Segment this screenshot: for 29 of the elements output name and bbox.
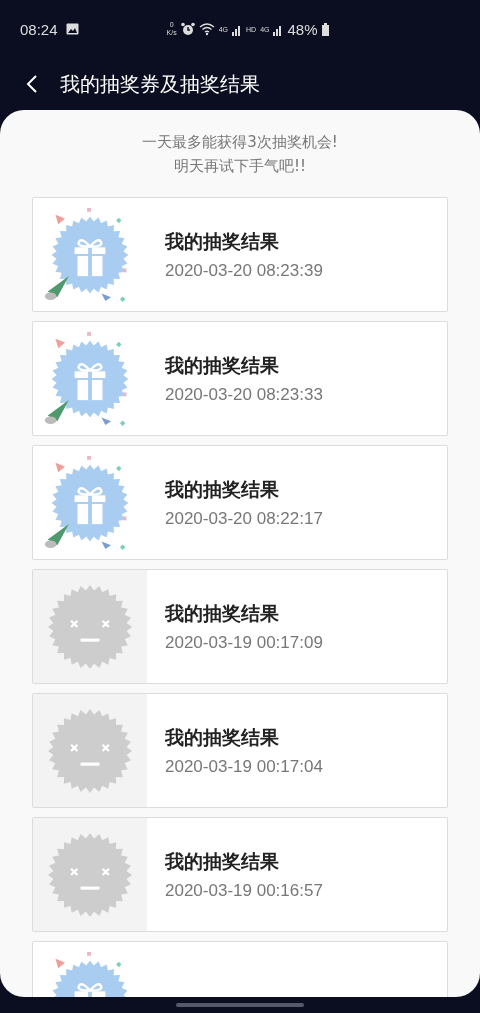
result-title: 我的抽奖结果 bbox=[165, 476, 280, 502]
back-icon bbox=[26, 74, 38, 94]
result-card[interactable]: 我的抽奖结果 2020-03-19 00:17:09 bbox=[32, 569, 448, 684]
alarm-icon bbox=[180, 22, 195, 36]
battery-percent: 48% bbox=[287, 20, 318, 38]
result-card[interactable]: 我的抽奖结果 2020-03-20 08:23:39 bbox=[32, 197, 448, 312]
result-time: 2020-03-20 08:23:39 bbox=[165, 260, 323, 281]
wifi-icon bbox=[198, 22, 215, 36]
notice-text: 明天再试下手气吧!! bbox=[173, 156, 307, 177]
page-title: 我的抽奖券及抽奖结果 bbox=[60, 70, 260, 98]
result-card[interactable]: 我的抽奖结果 2020-03-20 08:23:33 bbox=[32, 321, 448, 436]
image-icon bbox=[65, 23, 79, 35]
status-time: 08:24 bbox=[20, 20, 58, 38]
result-time: 2020-03-20 08:23:33 bbox=[165, 384, 323, 405]
result-title: 我的抽奖结果 bbox=[165, 352, 280, 378]
result-title: 我的抽奖结果 bbox=[165, 724, 280, 750]
result-card[interactable]: 我的抽奖结果 2020-03-19 00:16:57 bbox=[32, 817, 448, 932]
result-title: 我的抽奖结果 bbox=[165, 228, 280, 254]
result-title: 我的抽奖结果 bbox=[165, 848, 280, 874]
result-card[interactable]: 我的抽奖结果 2020-03-19 00:17:04 bbox=[32, 693, 448, 808]
result-time: 2020-03-20 08:22:17 bbox=[165, 508, 323, 529]
notice-text: 一天最多能获得3次抽奖机会! bbox=[141, 132, 339, 153]
home-indicator[interactable] bbox=[176, 1003, 304, 1007]
battery-icon bbox=[321, 22, 329, 36]
result-title: 我的抽奖结果 bbox=[165, 600, 280, 626]
result-card[interactable]: 我的抽奖结果 2020-03-20 08:22:17 bbox=[32, 445, 448, 560]
result-time: 2020-03-19 00:17:04 bbox=[165, 756, 323, 777]
result-time: 2020-03-19 00:17:09 bbox=[165, 632, 323, 653]
result-time: 2020-03-19 00:16:57 bbox=[165, 880, 323, 901]
